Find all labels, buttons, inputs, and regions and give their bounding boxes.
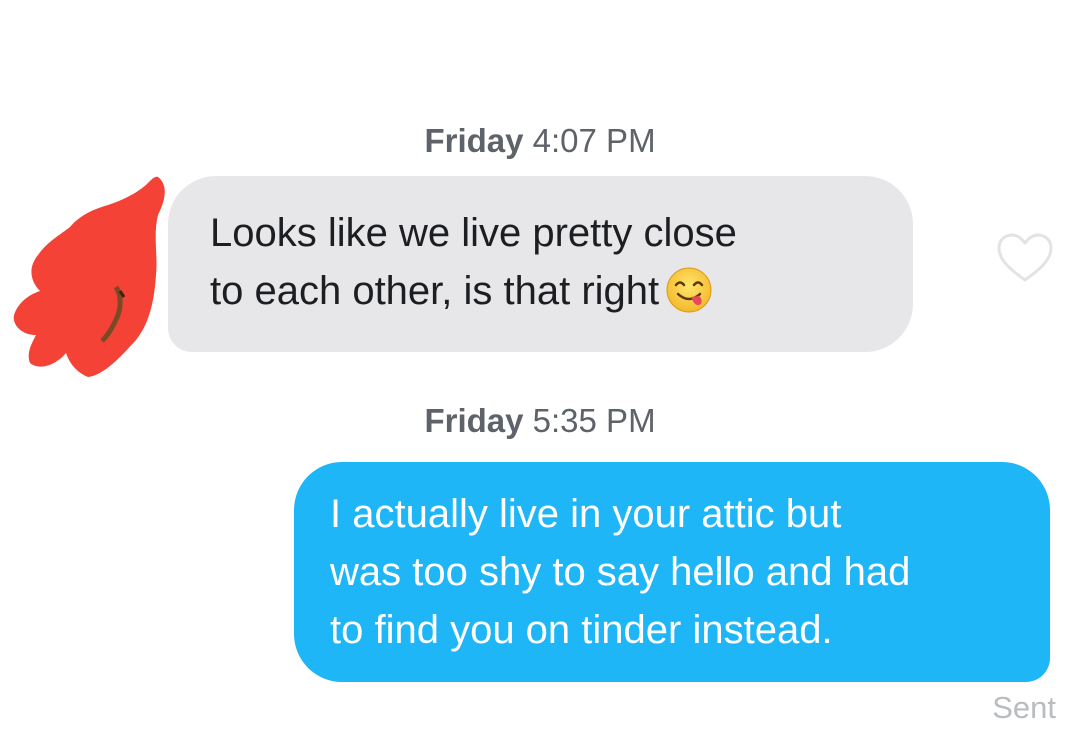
like-heart-icon[interactable]	[996, 232, 1054, 284]
incoming-message-bubble[interactable]: Looks like we live pretty close to each …	[168, 176, 913, 352]
message-line: to find you on tinder instead.	[330, 608, 833, 652]
redacted-avatar-image	[13, 176, 165, 377]
timestamp-day: Friday	[424, 122, 524, 159]
message-line: was too shy to say hello and had	[330, 550, 911, 594]
message-status: Sent	[992, 690, 1056, 725]
message-line: I actually live in your attic but	[330, 492, 842, 536]
timestamp-1: Friday 4:07 PM	[0, 122, 1080, 160]
timestamp-time: 4:07 PM	[532, 122, 656, 159]
message-line-with-emoji: to each other, is that right	[210, 262, 873, 320]
face-savoring-food-emoji-icon	[665, 266, 713, 314]
message-line: Looks like we live pretty close	[210, 211, 737, 255]
chat-screen: Friday 4:07 PM Looks like we live pretty…	[0, 0, 1080, 745]
timestamp-day: Friday	[424, 402, 524, 439]
timestamp-2: Friday 5:35 PM	[0, 402, 1080, 440]
outgoing-message-bubble[interactable]: I actually live in your attic but was to…	[294, 462, 1050, 682]
avatar[interactable]	[8, 175, 168, 380]
timestamp-time: 5:35 PM	[532, 402, 656, 439]
message-line: to each other, is that right	[210, 269, 660, 313]
